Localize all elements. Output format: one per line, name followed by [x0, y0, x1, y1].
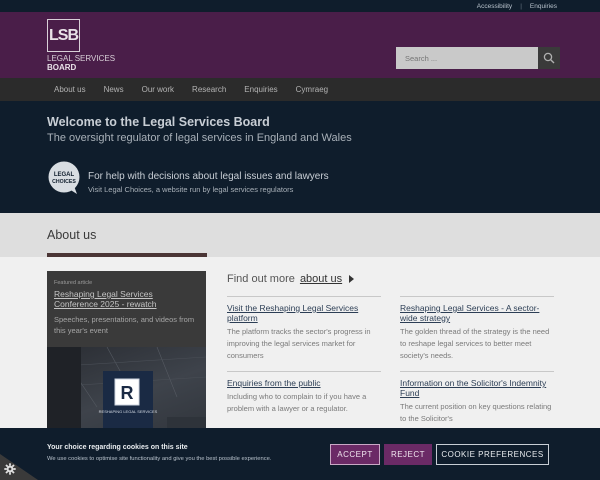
hero-title: Welcome to the Legal Services Board [47, 115, 270, 129]
site-header: LSB LEGAL SERVICES BOARD [0, 12, 600, 78]
card-title[interactable]: Information on the Solicitor's Indemnity… [400, 378, 554, 398]
banner-brand: RESHAPING LEGAL SERVICES [99, 409, 158, 414]
card-enquiries-public: Enquiries from the public Including who … [227, 371, 381, 415]
card-title[interactable]: Reshaping Legal Services - A sector-wide… [400, 303, 554, 323]
nav-enquiries[interactable]: Enquiries [244, 85, 277, 94]
card-description: The current position on key questions re… [400, 402, 552, 423]
card-description: Including who to complain to if you have… [227, 392, 367, 413]
card-title[interactable]: Visit the Reshaping Legal Services platf… [227, 303, 381, 323]
legal-choices-badge-icon[interactable]: LEGAL CHOICES [47, 161, 81, 195]
accessibility-link[interactable]: Accessibility [477, 3, 512, 10]
card-description: The platform tracks the sector's progres… [227, 327, 371, 360]
legal-choices-title[interactable]: For help with decisions about legal issu… [88, 171, 329, 182]
card-reshaping-platform: Visit the Reshaping Legal Services platf… [227, 296, 381, 362]
search-icon [543, 52, 555, 64]
logo-line-1: LEGAL SERVICES [47, 54, 116, 63]
nav-research[interactable]: Research [192, 85, 226, 94]
featured-description: Speeches, presentations, and videos from… [54, 315, 195, 335]
find-out-prefix: Find out more [227, 273, 295, 285]
cookie-banner: Your choice regarding cookies on this si… [0, 428, 600, 480]
legal-choices-subtitle: Visit Legal Choices, a website run by le… [88, 185, 294, 194]
nav-cymraeg[interactable]: Cymraeg [296, 85, 328, 94]
nav-news[interactable]: News [104, 85, 124, 94]
badge-line-2: CHOICES [52, 179, 76, 185]
about-us-link[interactable]: about us [300, 273, 342, 285]
logo-mark-text: LSB [49, 26, 79, 44]
section-title: About us [47, 228, 97, 242]
utility-separator: | [520, 2, 522, 10]
card-sector-strategy: Reshaping Legal Services - A sector-wide… [400, 296, 554, 362]
nav-our-work[interactable]: Our work [142, 85, 174, 94]
logo-mark: LSB [47, 19, 80, 52]
cookie-preferences-button[interactable]: COOKIE PREFERENCES [436, 444, 549, 465]
section-header: About us [0, 213, 600, 257]
main-nav: About us News Our work Research Enquirie… [0, 78, 600, 101]
utility-bar: Accessibility | Enquiries [0, 0, 600, 12]
search-button[interactable] [538, 47, 560, 69]
search-box [396, 47, 560, 69]
lsb-logo[interactable]: LSB LEGAL SERVICES BOARD [47, 19, 127, 72]
accept-cookies-button[interactable]: ACCEPT [330, 444, 380, 465]
cookie-text: We use cookies to optimise site function… [47, 456, 272, 462]
card-indemnity-fund: Information on the Solicitor's Indemnity… [400, 371, 554, 425]
badge-line-1: LEGAL [54, 172, 75, 178]
featured-label: Featured article [54, 280, 93, 286]
search-input[interactable] [396, 47, 538, 69]
card-title[interactable]: Enquiries from the public [227, 378, 381, 388]
hero-banner: Welcome to the Legal Services Board The … [0, 101, 600, 213]
gear-icon[interactable] [4, 463, 16, 475]
enquiries-link[interactable]: Enquiries [530, 3, 557, 10]
card-description: The golden thread of the strategy is the… [400, 327, 550, 360]
featured-link[interactable]: Reshaping Legal Services Conference 2025… [47, 286, 206, 309]
logo-line-2: BOARD [47, 63, 77, 72]
hero-subtitle: The oversight regulator of legal service… [47, 132, 352, 144]
nav-about-us[interactable]: About us [54, 85, 86, 94]
cookie-title: Your choice regarding cookies on this si… [47, 444, 188, 451]
chevron-right-icon[interactable] [349, 275, 355, 284]
find-out-more: Find out more about us [227, 273, 355, 285]
svg-text:R: R [121, 383, 134, 403]
reject-cookies-button[interactable]: REJECT [384, 444, 432, 465]
